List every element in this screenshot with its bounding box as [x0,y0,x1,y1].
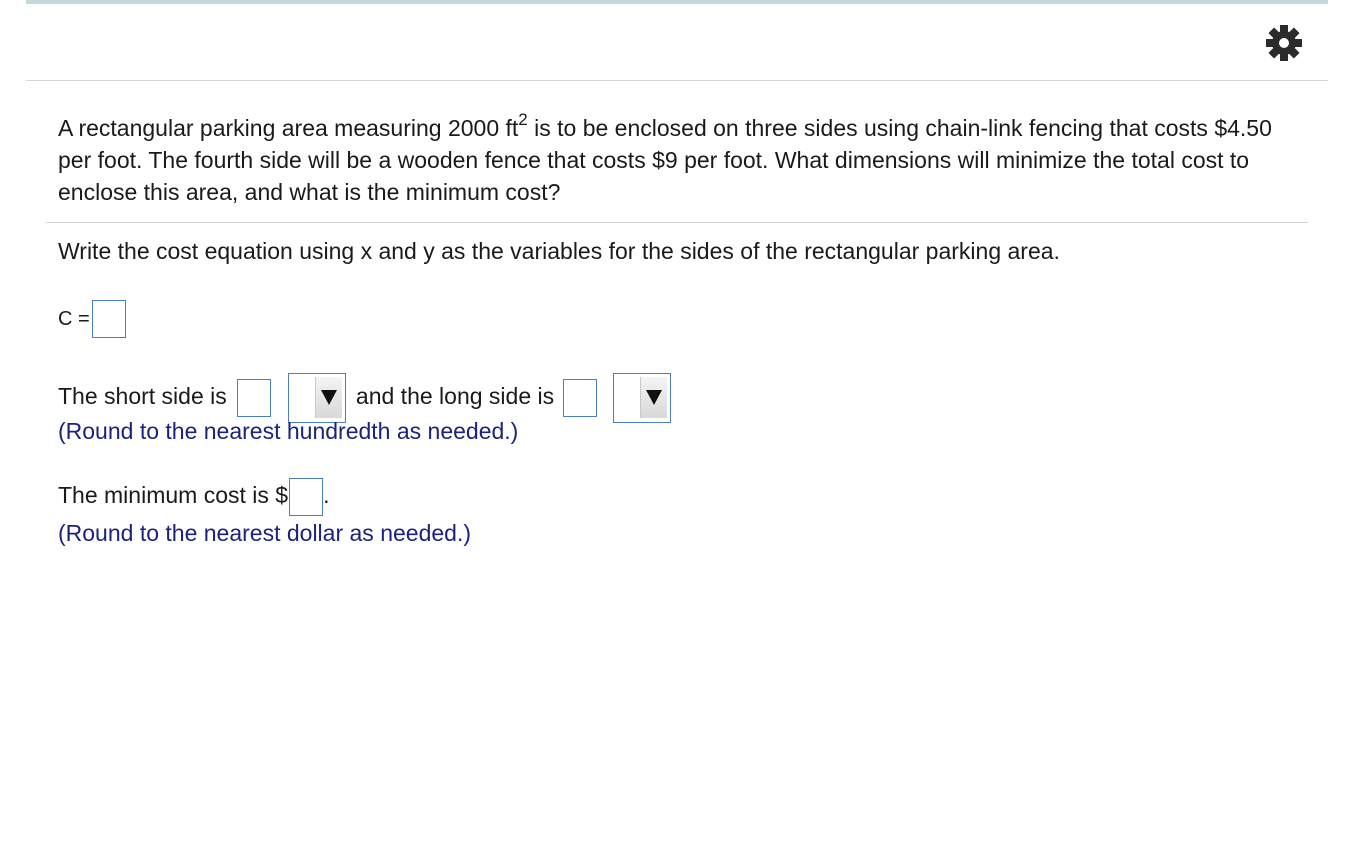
round-hundredth-hint: (Round to the nearest hundredth as neede… [58,418,519,444]
short-side-label: The short side is [58,383,227,410]
cost-label: C = [58,308,90,331]
chevron-down-icon [314,377,342,418]
short-side-input[interactable] [237,379,272,417]
round-dollar-hint: (Round to the nearest dollar as needed.) [58,520,471,546]
min-cost-input[interactable] [289,478,324,516]
long-side-input[interactable] [562,379,597,417]
cost-equation-input[interactable] [91,300,126,338]
instruction-text: Write the cost equation using x and y as… [58,238,1060,264]
header-divider [26,80,1328,81]
long-side-unit-dropdown[interactable] [612,373,671,423]
gear-icon[interactable] [1264,23,1304,63]
area-exponent: 2 [518,110,528,130]
question-text-part1: A rectangular parking area measuring 200… [58,115,519,141]
min-cost-row: The minimum cost is $. [58,478,329,516]
question-text: A rectangular parking area measuring 200… [58,110,1308,208]
top-bar [26,0,1328,4]
long-side-label: and the long side is [355,383,555,410]
min-cost-period: . [323,482,330,509]
min-cost-label: The minimum cost is $ [58,482,289,509]
question-divider [46,222,1308,223]
chevron-down-icon [639,377,667,418]
cost-equation-row: C = [58,300,126,338]
